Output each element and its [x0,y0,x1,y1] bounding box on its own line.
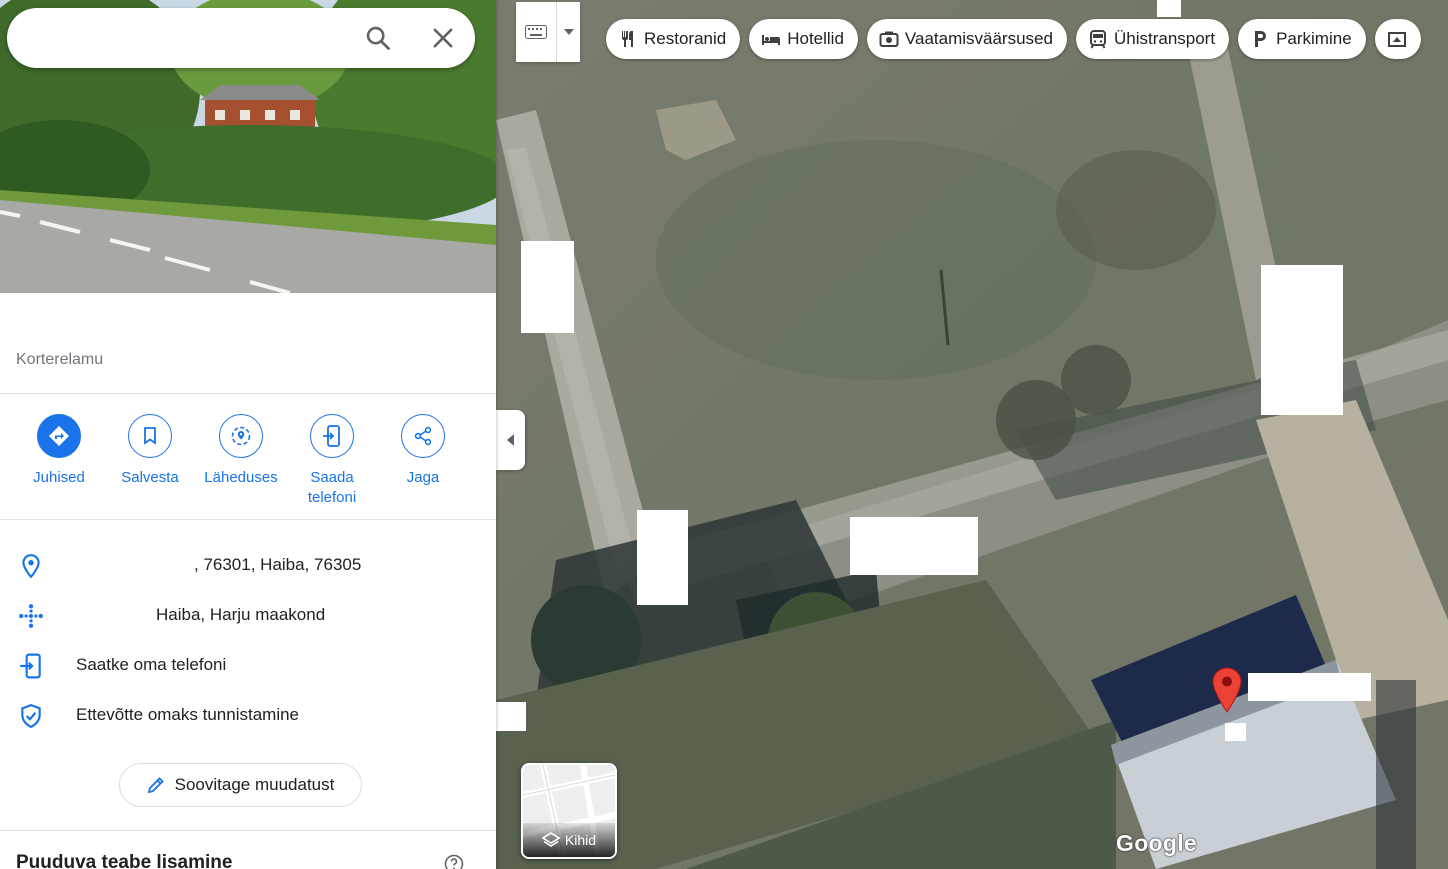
save-label: Salvesta [121,469,179,486]
layers-button[interactable]: Kihid [521,763,617,859]
chip-parking[interactable]: Parkimine [1238,19,1366,59]
redacted-label [850,517,978,575]
layers-label-row: Kihid [523,823,615,857]
help-icon[interactable] [444,854,464,869]
search-box [7,8,475,68]
chip-restaurants[interactable]: Restoranid [606,19,741,59]
send-to-phone-icon [20,653,41,679]
address-row[interactable]: , 76301, Haiba, 76305 [0,545,496,585]
plus-code-text: Haiba, Harju maakond [156,605,326,624]
redacted-label [637,510,688,605]
chip-label: Parkimine [1276,29,1352,48]
send-to-phone-row[interactable]: Saatke oma telefoni [0,645,496,685]
share-circle [401,414,445,458]
nearby-icon [231,426,251,446]
suggest-edit-button[interactable]: Soovitage muudatust [119,763,362,807]
museum-icon [1387,29,1407,49]
search-input[interactable] [27,22,351,56]
close-icon[interactable] [429,24,457,52]
nearby-label: Läheduses [204,469,278,486]
missing-info-heading: Puuduva teabe lisamine [16,852,233,869]
plus-code-icon [19,604,43,628]
location-icon [22,554,40,579]
chip-label: Restoranid [644,29,727,48]
collapse-panel-button[interactable] [496,410,525,470]
hotel-icon [761,29,781,49]
map-canvas[interactable]: Restoranid Hotellid Vaatamisväärsused Üh… [496,0,1448,869]
send-label-line1: Saada [310,469,354,486]
save-circle [128,414,172,458]
address-text: , 76301, Haiba, 76305 [194,555,362,574]
input-tools [516,2,580,62]
claim-business-row[interactable]: Ettevõtte omaks tunnistamine [0,695,496,735]
claim-business-text: Ettevõtte omaks tunnistamine [76,705,300,724]
caret-down-icon [563,29,574,35]
google-logo: Google [1116,830,1198,856]
shield-check-icon [21,704,41,729]
redacted-label [521,241,574,333]
share-label: Jaga [406,469,440,486]
redacted-label [496,702,526,731]
pencil-icon [147,777,164,794]
send-to-phone-text: Saatke oma telefoni [76,655,227,674]
redacted-label [1157,0,1181,17]
chip-transit[interactable]: Ühistransport [1075,19,1230,59]
plus-code-row[interactable]: Haiba, Harju maakond [0,595,496,635]
keyboard-icon [525,25,547,39]
directions-label: Juhised [33,469,85,486]
divider [0,519,496,520]
category-chips: Restoranid Hotellid Vaatamisväärsused Üh… [606,19,1421,59]
directions-circle [37,414,81,458]
send-to-phone-label: Saada telefoni [287,468,377,508]
divider [0,393,496,394]
directions-icon [49,426,69,446]
divider [0,830,496,831]
chip-label: Ühistransport [1113,29,1216,48]
send-to-phone-circle [310,414,354,458]
location-pin-icon[interactable] [1212,667,1242,713]
send-to-phone-icon [323,425,340,447]
suggest-edit-label: Soovitage muudatust [174,775,335,794]
redacted-label [1261,265,1343,415]
save-button[interactable]: Salvesta [105,414,195,488]
bookmark-icon [144,427,156,445]
nearby-button[interactable]: Läheduses [196,414,286,488]
directions-button[interactable]: Juhised [14,414,104,488]
redacted-label [1225,723,1246,741]
chip-sights[interactable]: Vaatamisväärsused [866,19,1067,59]
transit-icon [1088,29,1108,49]
layers-icon [541,832,560,847]
restaurant-icon [618,29,638,49]
chip-label: Vaatamisväärsused [904,29,1053,48]
place-category[interactable]: Korterelamu [16,351,103,369]
place-panel: Korterelamu Juhised Salvesta Läheduses S… [0,0,496,869]
parking-icon [1250,29,1270,49]
keyboard-button[interactable] [516,2,557,62]
action-buttons: Juhised Salvesta Läheduses Saada telefon… [0,414,496,514]
layers-label: Kihid [564,832,597,848]
send-to-phone-button[interactable]: Saada telefoni [287,414,377,508]
redacted-label [1248,673,1371,701]
send-label-line2: telefoni [307,489,357,506]
chevron-left-icon [506,434,514,446]
share-icon [414,426,432,446]
search-icon[interactable] [364,24,392,52]
camera-icon [879,29,899,49]
nearby-circle [219,414,263,458]
chip-label: Hotellid [787,29,844,48]
chip-hotels[interactable]: Hotellid [749,19,858,59]
place-photo[interactable] [0,0,496,293]
chip-more[interactable] [1374,19,1421,59]
input-tools-dropdown[interactable] [557,2,580,62]
satellite-imagery [496,0,1448,869]
share-button[interactable]: Jaga [378,414,468,488]
